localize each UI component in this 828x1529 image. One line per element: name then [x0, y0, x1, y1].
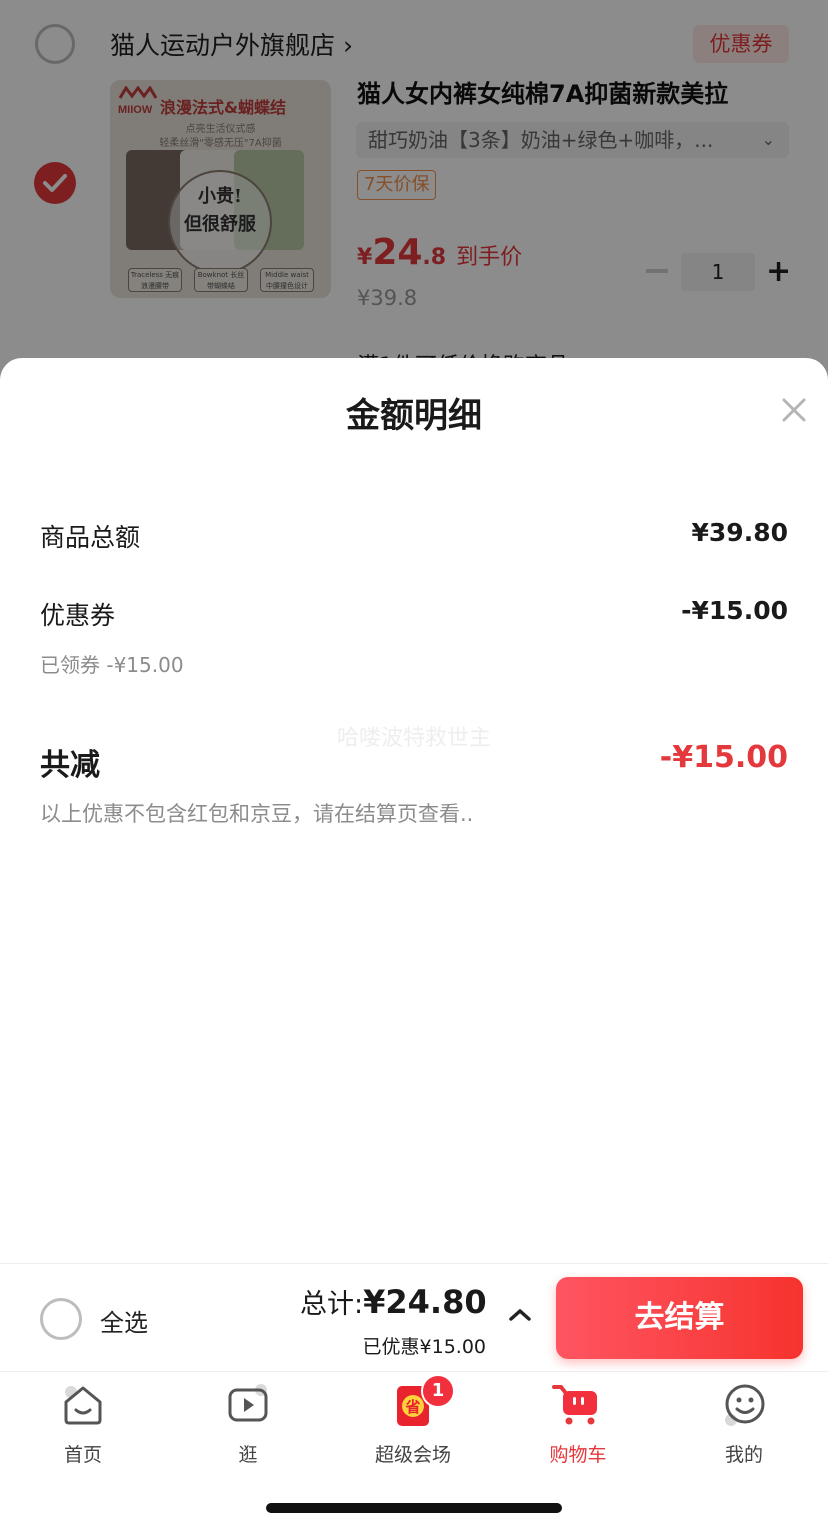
- video-play-icon: [228, 1384, 268, 1422]
- cart-icon: [552, 1385, 597, 1425]
- coupon-value: -¥15.00: [681, 596, 788, 625]
- super-venue-icon-text: 省: [404, 1398, 420, 1416]
- sheet-title: 金额明细: [346, 396, 482, 436]
- tab-browse[interactable]: 逛: [188, 1380, 308, 1466]
- tab-cart[interactable]: 购物车: [518, 1380, 638, 1466]
- checkout-bar: 全选 总计:¥24.80 已优惠¥15.00 去结算: [0, 1263, 828, 1371]
- tab-browse-label: 逛: [238, 1444, 258, 1466]
- notification-badge: 1: [421, 1374, 455, 1408]
- coupon-label: 优惠券: [40, 601, 116, 630]
- tab-super-venue[interactable]: 省 1 超级会场: [353, 1374, 473, 1466]
- home-indicator: [266, 1503, 562, 1513]
- select-all-radio[interactable]: [40, 1298, 82, 1340]
- discount-note: 以上优惠不包含红包和京豆，请在结算页查看..: [40, 802, 474, 826]
- checkout-button[interactable]: 去结算: [556, 1277, 803, 1359]
- sum-line: 总计:¥24.80: [300, 1282, 487, 1321]
- home-icon: [64, 1386, 102, 1425]
- chevron-up-icon[interactable]: [507, 1302, 533, 1328]
- tab-home-label: 首页: [63, 1444, 102, 1466]
- select-all-label[interactable]: 全选: [100, 1303, 148, 1338]
- smiley-icon: [725, 1384, 765, 1426]
- cart-background: 猫人运动户外旗舰店 › 优惠券 MIIOW 浪漫法式&蝴蝶结 点亮生活仪式感 轻…: [0, 0, 828, 380]
- goods-total-label: 商品总额: [40, 523, 141, 552]
- goods-total-value: ¥39.80: [691, 518, 788, 547]
- tab-home[interactable]: 首页: [23, 1380, 143, 1466]
- saved-amount: 已优惠¥15.00: [362, 1336, 486, 1358]
- total-reduce-label: 共减: [40, 748, 100, 783]
- coupon-sub-label: 已领券 -¥15.00: [40, 653, 184, 677]
- tab-me[interactable]: 我的: [684, 1380, 804, 1466]
- sum-value: ¥24.80: [363, 1283, 487, 1321]
- tab-cart-label: 购物车: [549, 1444, 607, 1466]
- close-icon[interactable]: [780, 396, 808, 424]
- tab-me-label: 我的: [724, 1444, 763, 1466]
- total-reduce-value: -¥15.00: [659, 740, 788, 775]
- amount-detail-sheet: 金额明细 商品总额 ¥39.80 优惠券 -¥15.00 已领券 -¥15.00…: [0, 358, 828, 1263]
- tab-super-venue-label: 超级会场: [374, 1444, 451, 1466]
- sum-label: 总计:: [300, 1289, 364, 1320]
- dim-overlay[interactable]: [0, 0, 828, 380]
